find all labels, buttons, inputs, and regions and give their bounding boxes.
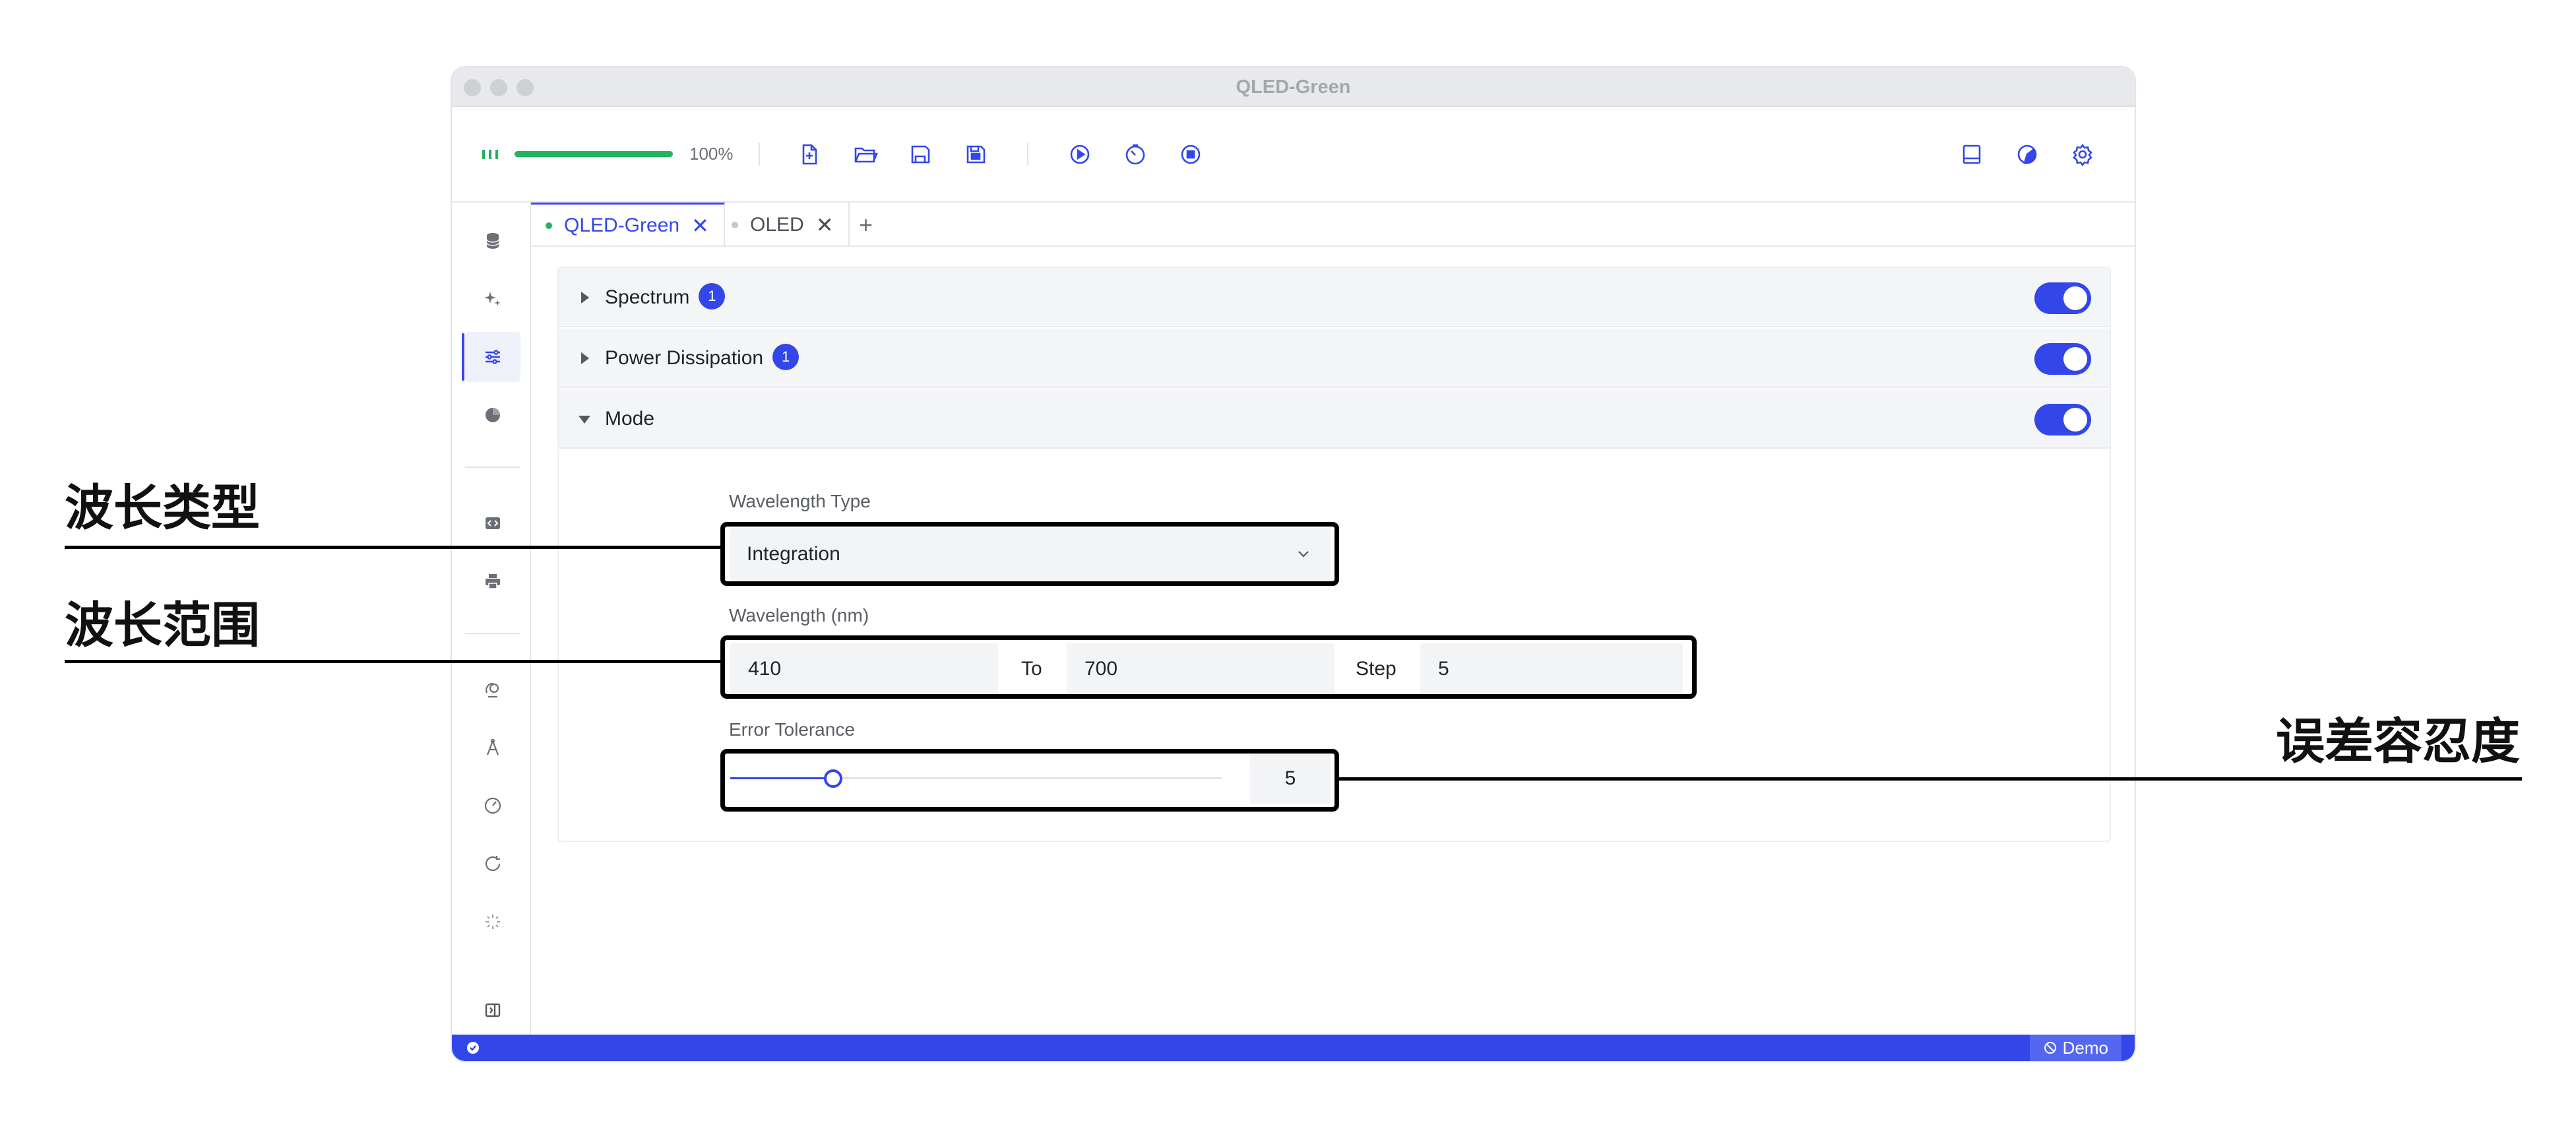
sidebar-divider xyxy=(465,633,520,634)
tab-status-dot xyxy=(546,222,552,229)
sidebar-divider xyxy=(465,466,520,468)
add-tab-button[interactable]: + xyxy=(859,212,873,238)
sidebar-item-sparkle[interactable] xyxy=(465,274,520,324)
timer-icon[interactable] xyxy=(1121,140,1150,169)
annotation-line xyxy=(65,660,722,663)
section-mode[interactable]: Mode xyxy=(559,389,2110,449)
sidebar-item-refresh[interactable] xyxy=(465,839,520,889)
section-label: Power Dissipation 1 xyxy=(605,329,800,388)
save-icon[interactable] xyxy=(906,140,935,169)
loader-icon xyxy=(486,915,500,929)
annotation-wavelength-type: 波长类型 xyxy=(65,480,260,535)
mode-toggle[interactable] xyxy=(2034,404,2091,435)
tab-oled[interactable]: OLED ✕ xyxy=(717,203,850,247)
sidebar-item-parameters[interactable] xyxy=(462,332,520,382)
sliders-icon xyxy=(486,350,500,364)
toolbar: 100% xyxy=(452,107,2135,203)
highlight-error-tolerance xyxy=(720,749,1339,812)
count-badge: 1 xyxy=(699,283,726,310)
tab-label: QLED-Green xyxy=(564,214,680,236)
annotation-error-tolerance: 误差容忍度 xyxy=(2276,714,2520,769)
compass-icon xyxy=(486,738,499,755)
sparkle-icon xyxy=(484,292,501,306)
title-bar: QLED-Green xyxy=(452,67,2135,107)
error-tolerance-label: Error Tolerance xyxy=(729,719,855,740)
highlight-wavelength-range xyxy=(720,635,1697,699)
section-power-dissipation[interactable]: Power Dissipation 1 xyxy=(559,329,2110,388)
section-label: Mode xyxy=(605,408,655,430)
sidebar-item-gauge[interactable] xyxy=(465,781,520,831)
annotation-wavelength-range: 波长范围 xyxy=(65,598,260,653)
play-icon[interactable] xyxy=(1065,140,1094,169)
new-file-icon[interactable] xyxy=(795,140,824,169)
progress-label: 100% xyxy=(689,144,734,164)
close-icon[interactable]: ✕ xyxy=(691,215,709,236)
power-dissipation-toggle[interactable] xyxy=(2034,343,2091,375)
code-icon xyxy=(486,517,500,529)
stop-icon[interactable] xyxy=(1176,140,1205,169)
gauge-icon xyxy=(484,797,501,814)
toolbar-divider xyxy=(1027,143,1028,166)
tab-status-dot xyxy=(732,221,738,228)
save-as-icon[interactable] xyxy=(961,140,990,169)
tab-bar: QLED-Green ✕ OLED ✕ + xyxy=(531,203,2135,247)
check-circle-icon xyxy=(467,1042,479,1054)
toolbar-divider xyxy=(759,143,760,166)
chevron-right-icon xyxy=(581,352,589,364)
sidebar-item-loading[interactable] xyxy=(465,897,520,947)
wavelength-label: Wavelength (nm) xyxy=(729,605,869,626)
satellite-icon xyxy=(486,682,499,698)
spectrum-toggle[interactable] xyxy=(2034,282,2091,314)
annotation-line xyxy=(65,546,722,549)
progress-bar xyxy=(515,151,673,157)
annotation-line xyxy=(1338,777,2522,781)
theme-icon[interactable] xyxy=(2013,140,2042,169)
count-badge: 1 xyxy=(772,344,800,371)
gear-icon[interactable] xyxy=(2068,140,2097,169)
printer-icon xyxy=(486,574,500,589)
sidebar-item-collapse[interactable] xyxy=(465,985,520,1035)
close-icon[interactable]: ✕ xyxy=(816,214,834,236)
chevron-right-icon xyxy=(581,292,589,304)
progress-fill xyxy=(515,151,673,157)
sidebar-item-print[interactable] xyxy=(465,556,520,606)
window-title: QLED-Green xyxy=(1236,77,1351,98)
section-label: Spectrum 1 xyxy=(605,268,726,327)
panel-bottom-icon[interactable] xyxy=(1957,140,1986,169)
demo-badge[interactable]: Demo xyxy=(2029,1035,2121,1061)
sidebar-item-measure[interactable] xyxy=(465,723,520,773)
highlight-wavelength-type xyxy=(720,522,1339,586)
section-spectrum[interactable]: Spectrum 1 xyxy=(559,268,2110,327)
pie-chart-icon xyxy=(486,408,500,422)
status-bar: Demo xyxy=(452,1035,2135,1061)
tab-label: OLED xyxy=(750,213,804,236)
sidebar-toggle-icon xyxy=(485,1003,501,1017)
sidebar-item-analysis[interactable] xyxy=(465,664,520,715)
tab-qled-green[interactable]: QLED-Green ✕ xyxy=(531,203,725,247)
signal-bars-icon xyxy=(477,140,506,169)
refresh-icon xyxy=(485,856,501,872)
database-icon xyxy=(486,233,499,249)
sidebar-item-code[interactable] xyxy=(465,498,520,548)
sidebar-item-chart[interactable] xyxy=(465,390,520,440)
sidebar-item-database[interactable] xyxy=(465,216,520,266)
wavelength-type-label: Wavelength Type xyxy=(729,491,871,511)
open-folder-icon[interactable] xyxy=(850,140,879,169)
ban-icon xyxy=(2044,1042,2056,1054)
chevron-down-icon xyxy=(579,416,590,424)
sidebar xyxy=(452,203,531,1035)
